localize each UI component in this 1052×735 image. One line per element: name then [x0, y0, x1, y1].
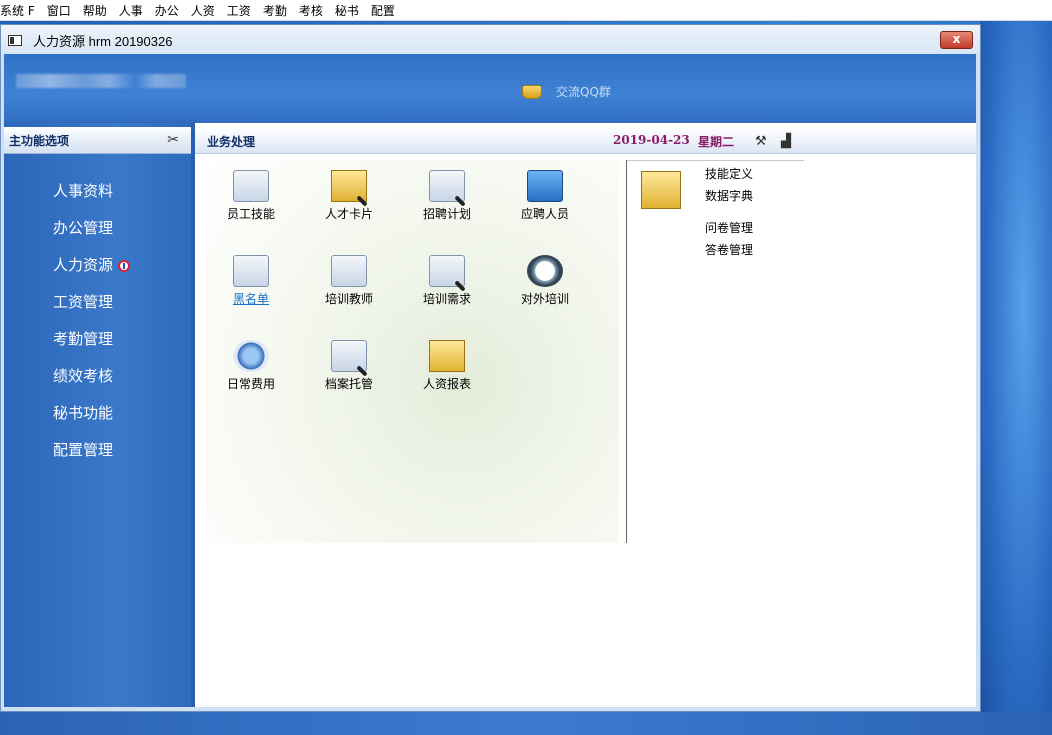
tile-talent-card[interactable]: 人才卡片 [304, 170, 394, 222]
sidebar: 主功能选项 ✂ 人事资料 办公管理 人力资源 工资管理 考勤管理 绩效考核 秘书… [4, 123, 191, 707]
menu-office[interactable]: 办公 [155, 2, 185, 19]
menu-help[interactable]: 帮助 [83, 2, 113, 19]
link-questionnaire[interactable]: 问卷管理 [705, 219, 753, 236]
tile-daily-expense[interactable]: 日常费用 [206, 340, 296, 392]
sidebar-item-label: 秘书功能 [53, 404, 114, 422]
sidebar-item-label: 考勤管理 [53, 330, 114, 348]
daily-expense-icon [233, 340, 269, 372]
menu-assessment[interactable]: 考核 [299, 2, 329, 19]
tile-hr-report[interactable]: 人资报表 [402, 340, 492, 392]
sidebar-nav: 人事资料 办公管理 人力资源 工资管理 考勤管理 绩效考核 秘书功能 配置管理 [4, 173, 191, 469]
sidebar-item-label: 工资管理 [53, 293, 114, 311]
menu-hr[interactable]: 人资 [191, 2, 221, 19]
current-weekday: 星期二 [698, 135, 735, 149]
page-title: 业务处理 [207, 135, 256, 149]
recruitment-plan-icon [429, 170, 465, 202]
tile-label: 人资报表 [422, 377, 471, 391]
desktop-bottom-strip [0, 712, 1052, 735]
main-header: 业务处理 2019-04-23 星期二 ⚒ ▟ [195, 127, 976, 154]
sidebar-item-secretary[interactable]: 秘书功能 [4, 395, 191, 432]
handshake-icon [522, 84, 542, 99]
sidebar-item-label: 绩效考核 [53, 367, 114, 385]
current-date: 2019-04-23 [613, 133, 690, 147]
tile-label: 培训需求 [422, 292, 471, 306]
tile-label: 员工技能 [226, 207, 275, 221]
menu-salary[interactable]: 工资 [227, 2, 257, 19]
window-icon [8, 34, 22, 46]
app-window: 人力资源 hrm 20190326 x 交流QQ群 主功能选项 ✂ 人事资料 办… [0, 24, 981, 712]
menu-system[interactable]: 系统 F [0, 2, 41, 19]
tile-blacklist[interactable]: 黑名单 [206, 255, 296, 307]
title-bar[interactable]: 人力资源 hrm 20190326 x [1, 25, 980, 55]
sidebar-item-label: 办公管理 [53, 219, 114, 237]
sidebar-title: 主功能选项 [9, 133, 70, 148]
sidebar-item-salary[interactable]: 工资管理 [4, 284, 191, 321]
tile-label: 人才卡片 [324, 207, 373, 221]
training-needs-icon [429, 255, 465, 287]
tile-applicants[interactable]: 应聘人员 [500, 170, 590, 222]
tile-label: 培训教师 [324, 292, 373, 306]
qq-group-link[interactable]: 交流QQ群 [522, 83, 611, 100]
menu-config[interactable]: 配置 [371, 2, 401, 19]
link-answer-sheets[interactable]: 答卷管理 [705, 241, 753, 258]
tile-trainer[interactable]: 培训教师 [304, 255, 394, 307]
sidebar-item-attendance[interactable]: 考勤管理 [4, 321, 191, 358]
blacklist-icon [233, 255, 269, 287]
panel-divider-top [626, 160, 804, 161]
active-indicator-icon [118, 260, 131, 272]
sidebar-item-personnel[interactable]: 人事资料 [4, 173, 191, 210]
tile-training-needs[interactable]: 培训需求 [402, 255, 492, 307]
desktop-background [980, 20, 1052, 735]
sidebar-header: 主功能选项 ✂ [4, 127, 191, 154]
tile-label: 对外培训 [520, 292, 569, 306]
tile-label: 黑名单 [232, 292, 269, 306]
menu-bar: 系统 F 窗口 帮助 人事 办公 人资 工资 考勤 考核 秘书 配置 [0, 0, 1052, 21]
external-training-icon [527, 255, 563, 287]
tile-label: 招聘计划 [422, 207, 471, 221]
tile-archive-hosting[interactable]: 档案托管 [304, 340, 394, 392]
menu-secretary[interactable]: 秘书 [335, 2, 365, 19]
function-grid: 员工技能 人才卡片 招聘计划 应聘人员 黑名单 培训教师 培训需求 对外培训 日… [206, 160, 619, 543]
archive-hosting-icon [331, 340, 367, 372]
sidebar-item-hr[interactable]: 人力资源 [4, 247, 191, 284]
main-panel: 业务处理 2019-04-23 星期二 ⚒ ▟ 员工技能 人才卡片 招聘计划 应… [195, 123, 976, 707]
banner: 交流QQ群 [4, 54, 976, 123]
tile-recruitment-plan[interactable]: 招聘计划 [402, 170, 492, 222]
config-folder-icon [641, 171, 681, 209]
sidebar-item-config[interactable]: 配置管理 [4, 432, 191, 469]
menu-window[interactable]: 窗口 [47, 2, 77, 19]
blurred-logo [16, 74, 186, 88]
pin-icon[interactable]: ✂ [167, 132, 179, 148]
client-area: 交流QQ群 主功能选项 ✂ 人事资料 办公管理 人力资源 工资管理 考勤管理 绩… [4, 54, 976, 707]
sidebar-item-label: 配置管理 [53, 441, 114, 459]
link-skill-definition[interactable]: 技能定义 [705, 165, 753, 182]
tile-employee-skill[interactable]: 员工技能 [206, 170, 296, 222]
sidebar-item-office[interactable]: 办公管理 [4, 210, 191, 247]
hr-report-icon [429, 340, 465, 372]
link-data-dictionary[interactable]: 数据字典 [705, 187, 753, 204]
magic-wand-icon[interactable]: ⚒ [755, 134, 767, 149]
close-button[interactable]: x [940, 31, 973, 49]
tile-label: 档案托管 [324, 377, 373, 391]
talent-card-icon [331, 170, 367, 202]
menu-personnel[interactable]: 人事 [119, 2, 149, 19]
menu-attendance[interactable]: 考勤 [263, 2, 293, 19]
qq-group-label: 交流QQ群 [556, 85, 611, 99]
trainer-icon [331, 255, 367, 287]
sidebar-item-performance[interactable]: 绩效考核 [4, 358, 191, 395]
tile-label: 应聘人员 [520, 207, 569, 221]
employee-skill-icon [233, 170, 269, 202]
window-title: 人力资源 hrm 20190326 [33, 33, 173, 49]
sidebar-item-label: 人事资料 [53, 182, 114, 200]
applicants-icon [527, 170, 563, 202]
chart-icon[interactable]: ▟ [781, 134, 791, 149]
tile-external-training[interactable]: 对外培训 [500, 255, 590, 307]
panel-divider [626, 160, 627, 543]
tile-label: 日常费用 [226, 377, 275, 391]
sidebar-item-label: 人力资源 [53, 256, 114, 274]
